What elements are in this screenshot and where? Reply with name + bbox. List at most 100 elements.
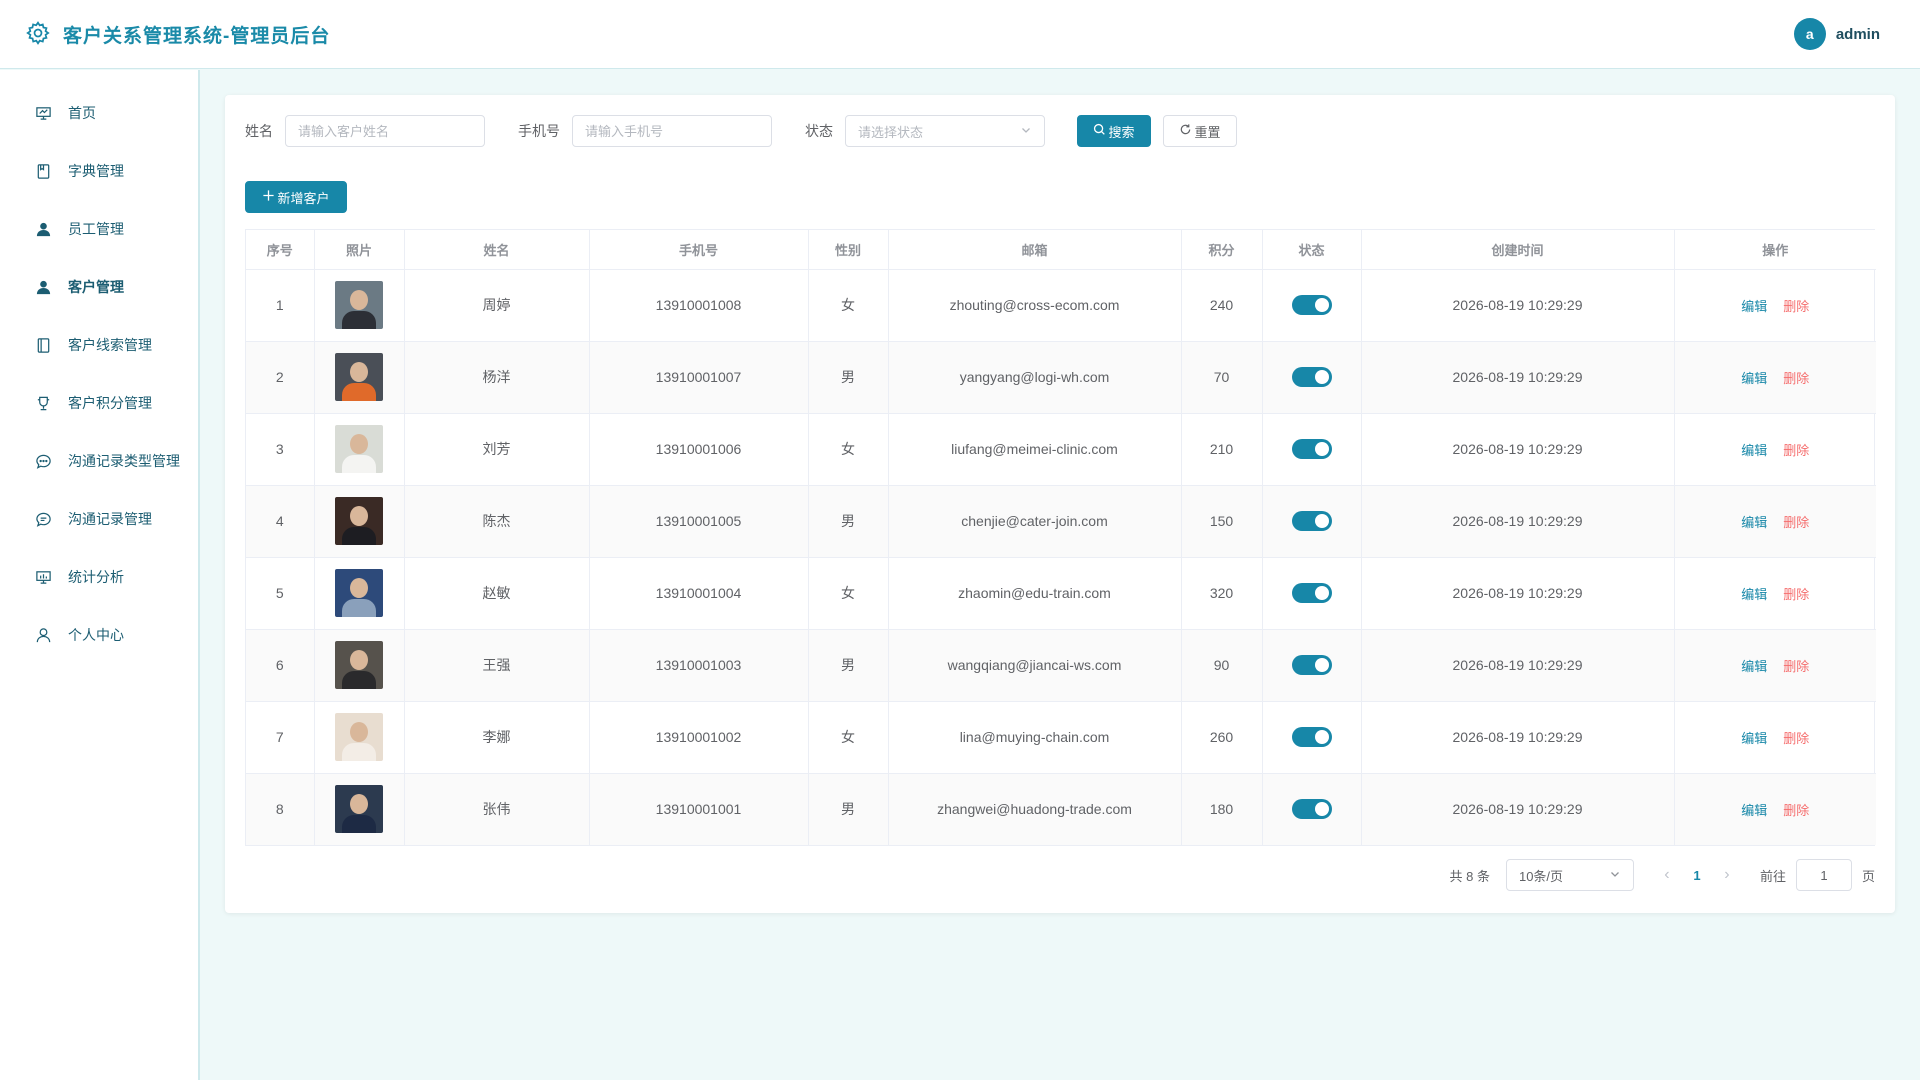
table-row: 8 张伟 13910001001 男 zhangwei@huadong-trade.co… xyxy=(246,773,1876,845)
user-menu[interactable]: a admin xyxy=(1793,18,1920,50)
delete-button[interactable]: 删除 xyxy=(1783,587,1809,602)
status-select[interactable]: 请选择状态 xyxy=(845,115,1045,147)
reset-button[interactable]: 重置 xyxy=(1163,115,1237,147)
table-row: 2 杨洋 13910001007 男 yangyang@logi-wh.com 70 202… xyxy=(246,341,1876,414)
edit-button[interactable]: 编辑 xyxy=(1741,731,1767,746)
delete-button[interactable]: 删除 xyxy=(1783,515,1809,530)
cell-gender: 男 xyxy=(808,341,889,414)
sidebar-item-4[interactable]: 客户线索管理 xyxy=(0,316,198,374)
cell-photo xyxy=(314,485,405,558)
cell-gender: 女 xyxy=(808,701,889,774)
status-toggle[interactable] xyxy=(1291,655,1332,675)
cell-email: wangqiang@jiancai-ws.com xyxy=(888,629,1182,702)
cell-index: 8 xyxy=(246,773,315,845)
status-toggle[interactable] xyxy=(1291,727,1332,747)
edit-button[interactable]: 编辑 xyxy=(1741,371,1767,386)
cell-points: 240 xyxy=(1181,269,1263,342)
customer-photo[interactable] xyxy=(335,497,383,545)
avatar[interactable]: a xyxy=(1793,18,1826,50)
phone-search-input[interactable] xyxy=(572,115,772,147)
cell-phone: 13910001005 xyxy=(589,485,809,558)
edit-button[interactable]: 编辑 xyxy=(1741,299,1767,314)
sidebar-item-label: 个人中心 xyxy=(68,627,124,643)
goto-page-input[interactable] xyxy=(1795,859,1852,891)
sidebar-item-2[interactable]: 员工管理 xyxy=(0,200,198,258)
page-number-current[interactable]: 1 xyxy=(1682,868,1712,883)
cell-index: 2 xyxy=(246,341,315,414)
reset-button-label: 重置 xyxy=(1194,124,1221,140)
delete-button[interactable]: 删除 xyxy=(1783,659,1809,674)
cell-actions: 编辑 删除 xyxy=(1674,773,1876,845)
column-header: 手机号 xyxy=(589,230,809,270)
sidebar-item-7[interactable]: 沟通记录管理 xyxy=(0,490,198,548)
edit-button[interactable]: 编辑 xyxy=(1741,587,1767,602)
cell-created-time: 2026-08-19 10:29:29 xyxy=(1361,341,1675,414)
sidebar-item-8[interactable]: 统计分析 xyxy=(0,548,198,606)
cell-points: 210 xyxy=(1181,413,1263,486)
sidebar-item-0[interactable]: 首页 xyxy=(0,84,198,142)
delete-button[interactable]: 删除 xyxy=(1783,299,1809,314)
sidebar-item-3[interactable]: 客户管理 xyxy=(0,258,198,316)
customer-photo[interactable] xyxy=(335,569,383,617)
cell-points: 260 xyxy=(1181,701,1263,774)
delete-button[interactable]: 删除 xyxy=(1783,443,1809,458)
chevron-right-icon[interactable]: › xyxy=(1712,866,1742,884)
status-toggle[interactable] xyxy=(1291,799,1332,820)
refresh-icon xyxy=(1179,123,1194,139)
sidebar-item-9[interactable]: 个人中心 xyxy=(0,606,198,664)
status-toggle[interactable] xyxy=(1291,295,1332,315)
page-size-select[interactable]: 10条/页 xyxy=(1505,859,1634,891)
status-toggle[interactable] xyxy=(1291,511,1332,531)
table-row: 6 王强 13910001003 男 wangqiang@jiancai-ws.com 9… xyxy=(246,629,1876,702)
delete-button[interactable]: 删除 xyxy=(1783,803,1809,818)
sidebar-item-6[interactable]: 沟通记录类型管理 xyxy=(0,432,198,490)
status-toggle[interactable] xyxy=(1291,583,1332,603)
page-suffix: 页 xyxy=(1861,868,1875,884)
cell-photo xyxy=(314,629,405,702)
cell-phone: 13910001006 xyxy=(589,413,809,486)
notebook-icon xyxy=(34,336,52,354)
edit-button[interactable]: 编辑 xyxy=(1741,659,1767,674)
edit-button[interactable]: 编辑 xyxy=(1741,515,1767,530)
name-search-input[interactable] xyxy=(285,115,485,147)
cell-email: zhangwei@huadong-trade.com xyxy=(888,773,1182,845)
status-toggle[interactable] xyxy=(1291,439,1332,459)
cell-name: 周婷 xyxy=(404,269,590,342)
cell-points: 90 xyxy=(1181,629,1263,702)
customer-photo[interactable] xyxy=(335,281,383,329)
customer-photo[interactable] xyxy=(335,785,383,834)
edit-button[interactable]: 编辑 xyxy=(1741,803,1767,818)
sidebar-item-5[interactable]: 客户积分管理 xyxy=(0,374,198,432)
chevron-down-icon xyxy=(1020,124,1032,139)
add-customer-button[interactable]: 新增客户 xyxy=(245,181,347,213)
status-toggle[interactable] xyxy=(1291,367,1332,387)
username[interactable]: admin xyxy=(1836,26,1880,43)
customer-table: 序号 照片 姓名 手机号 性别 邮箱 积分 状态 创建时间 操作 1 周婷 13910001008 女 z… xyxy=(245,229,1876,846)
cell-created-time: 2026-08-19 10:29:29 xyxy=(1361,629,1675,702)
sidebar-item-label: 员工管理 xyxy=(68,221,124,237)
sidebar-item-1[interactable]: 字典管理 xyxy=(0,142,198,200)
search-button[interactable]: 搜索 xyxy=(1077,115,1151,147)
customer-photo[interactable] xyxy=(335,353,383,401)
customer-photo[interactable] xyxy=(335,713,383,761)
customer-photo[interactable] xyxy=(335,641,383,689)
chat-line-icon xyxy=(34,510,52,528)
cell-email: chenjie@cater-join.com xyxy=(888,485,1182,558)
cell-name: 杨洋 xyxy=(404,341,590,414)
page-size-value: 10条/页 xyxy=(1518,868,1564,884)
customer-photo[interactable] xyxy=(335,425,383,473)
edit-button[interactable]: 编辑 xyxy=(1741,443,1767,458)
cell-status xyxy=(1262,341,1362,414)
cell-status xyxy=(1262,413,1362,486)
sidebar: 首页 字典管理员工管理客户管理 客户线索管理 客户积分管理 沟通记录类型管理 沟通记录管理… xyxy=(0,70,200,1080)
cell-email: yangyang@logi-wh.com xyxy=(888,341,1182,414)
chevron-left-icon[interactable]: ‹ xyxy=(1652,866,1682,884)
delete-button[interactable]: 删除 xyxy=(1783,731,1809,746)
cell-index: 4 xyxy=(246,485,315,558)
cell-email: liufang@meimei-clinic.com xyxy=(888,413,1182,486)
cell-photo xyxy=(314,413,405,486)
delete-button[interactable]: 删除 xyxy=(1783,371,1809,386)
cell-name: 张伟 xyxy=(404,773,590,845)
content-card: 姓名 手机号 状态 请选择状态 搜索 重置 xyxy=(225,95,1895,913)
add-customer-label: 新增客户 xyxy=(277,190,330,206)
